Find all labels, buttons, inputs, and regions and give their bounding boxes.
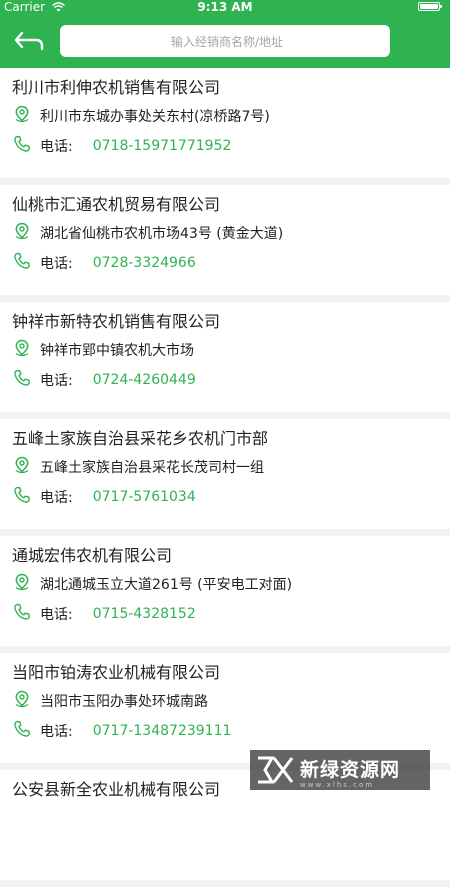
dealer-name: 通城宏伟农机有限公司: [12, 546, 173, 565]
nav-bar: [0, 14, 450, 68]
clock: 9:13 AM: [197, 0, 253, 14]
dealer-address-row: 利川市东城办事处关东村(凉桥路7号): [12, 104, 270, 128]
dealer-phone-row: 电话: 0728-3324966: [12, 251, 196, 275]
location-pin-icon: [12, 104, 40, 128]
dealer-address: 湖北省仙桃市农机市场43号 (黄金大道): [40, 226, 284, 242]
dealer-name: 仙桃市汇通农机贸易有限公司: [12, 195, 221, 214]
battery-icon: [418, 2, 442, 11]
dealer-address-row: 湖北省仙桃市农机市场43号 (黄金大道): [12, 221, 283, 245]
location-pin-icon: [12, 455, 40, 479]
phone-label: 电话:: [40, 256, 73, 272]
watermark: 新绿资源网 www.xlhs.com: [250, 750, 430, 790]
back-arrow-icon: [14, 31, 44, 51]
dealer-card[interactable]: 通城宏伟农机有限公司湖北通城玉立大道261号 (平安电工对面) 电话: 0715-4…: [0, 536, 450, 646]
dealer-card[interactable]: 五峰土家族自治县采花乡农机门市部五峰土家族自治县采花长茂司村一组 电话: 0717-…: [0, 419, 450, 529]
phone-number-link[interactable]: 0728-3324966: [93, 255, 196, 271]
watermark-text: 新绿资源网: [300, 759, 401, 781]
phone-icon: [12, 485, 40, 509]
watermark-logo: [258, 756, 294, 784]
dealer-address-row: 湖北通城玉立大道261号 (平安电工对面): [12, 572, 292, 596]
location-pin-icon: [12, 689, 40, 713]
phone-label: 电话:: [40, 607, 73, 623]
dealer-phone-row: 电话: 0724-4260449: [12, 368, 196, 392]
dealer-name: 五峰土家族自治县采花乡农机门市部: [12, 429, 269, 448]
dealer-card[interactable]: 仙桃市汇通农机贸易有限公司湖北省仙桃市农机市场43号 (黄金大道) 电话: 0728…: [0, 185, 450, 295]
phone-label: 电话:: [40, 139, 73, 155]
phone-label: 电话:: [40, 724, 73, 740]
dealer-address-row: 当阳市玉阳办事处环城南路: [12, 689, 208, 713]
dealer-phone-row: 电话: 0717-5761034: [12, 485, 196, 509]
dealer-address: 五峰土家族自治县采花长茂司村一组: [40, 460, 264, 476]
phone-icon: [12, 602, 40, 626]
dealer-address-row: 钟祥市郢中镇农机大市场: [12, 338, 194, 362]
phone-number-link[interactable]: 0718-15971771952: [93, 138, 232, 154]
phone-icon: [12, 719, 40, 743]
status-bar: Carrier 9:13 AM: [0, 0, 450, 14]
phone-number-link[interactable]: 0717-13487239111: [93, 723, 232, 739]
dealer-name: 钟祥市新特农机销售有限公司: [12, 312, 221, 331]
dealer-card[interactable]: 利川市利伸农机销售有限公司利川市东城办事处关东村(凉桥路7号) 电话: 0718-1…: [0, 68, 450, 178]
dealer-address-row: 五峰土家族自治县采花长茂司村一组: [12, 455, 264, 479]
dealer-address: 钟祥市郢中镇农机大市场: [40, 343, 194, 359]
phone-label: 电话:: [40, 373, 73, 389]
phone-label: 电话:: [40, 490, 73, 506]
location-pin-icon: [12, 572, 40, 596]
phone-number-link[interactable]: 0717-5761034: [93, 489, 196, 505]
dealer-card[interactable]: 当阳市铂涛农业机械有限公司当阳市玉阳办事处环城南路 电话: 0717-1348723…: [0, 653, 450, 763]
watermark-url: www.xlhs.com: [300, 781, 375, 789]
dealer-name: 利川市利伸农机销售有限公司: [12, 78, 221, 97]
phone-icon: [12, 251, 40, 275]
dealer-address: 当阳市玉阳办事处环城南路: [40, 694, 208, 710]
location-pin-icon: [12, 338, 40, 362]
dealer-phone-row: 电话: 0718-15971771952: [12, 134, 231, 158]
back-button[interactable]: [12, 28, 46, 56]
dealer-card[interactable]: 钟祥市新特农机销售有限公司 钟祥市郢中镇农机大市场 电话: 0724-4260449: [0, 302, 450, 412]
dealer-name: 公安县新全农业机械有限公司: [12, 780, 221, 799]
search-input[interactable]: [60, 25, 394, 59]
dealer-phone-row: 电话: 0717-13487239111: [12, 719, 231, 743]
search-box[interactable]: [60, 25, 394, 59]
phone-icon: [12, 134, 40, 158]
dealer-name: 当阳市铂涛农业机械有限公司: [12, 663, 221, 682]
phone-number-link[interactable]: 0724-4260449: [93, 372, 196, 388]
location-pin-icon: [12, 221, 40, 245]
dealer-address: 利川市东城办事处关东村(凉桥路7号): [40, 109, 270, 125]
phone-icon: [12, 368, 40, 392]
dealer-address: 湖北通城玉立大道261号 (平安电工对面): [40, 577, 293, 593]
phone-number-link[interactable]: 0715-4328152: [93, 606, 196, 622]
dealer-phone-row: 电话: 0715-4328152: [12, 602, 196, 626]
